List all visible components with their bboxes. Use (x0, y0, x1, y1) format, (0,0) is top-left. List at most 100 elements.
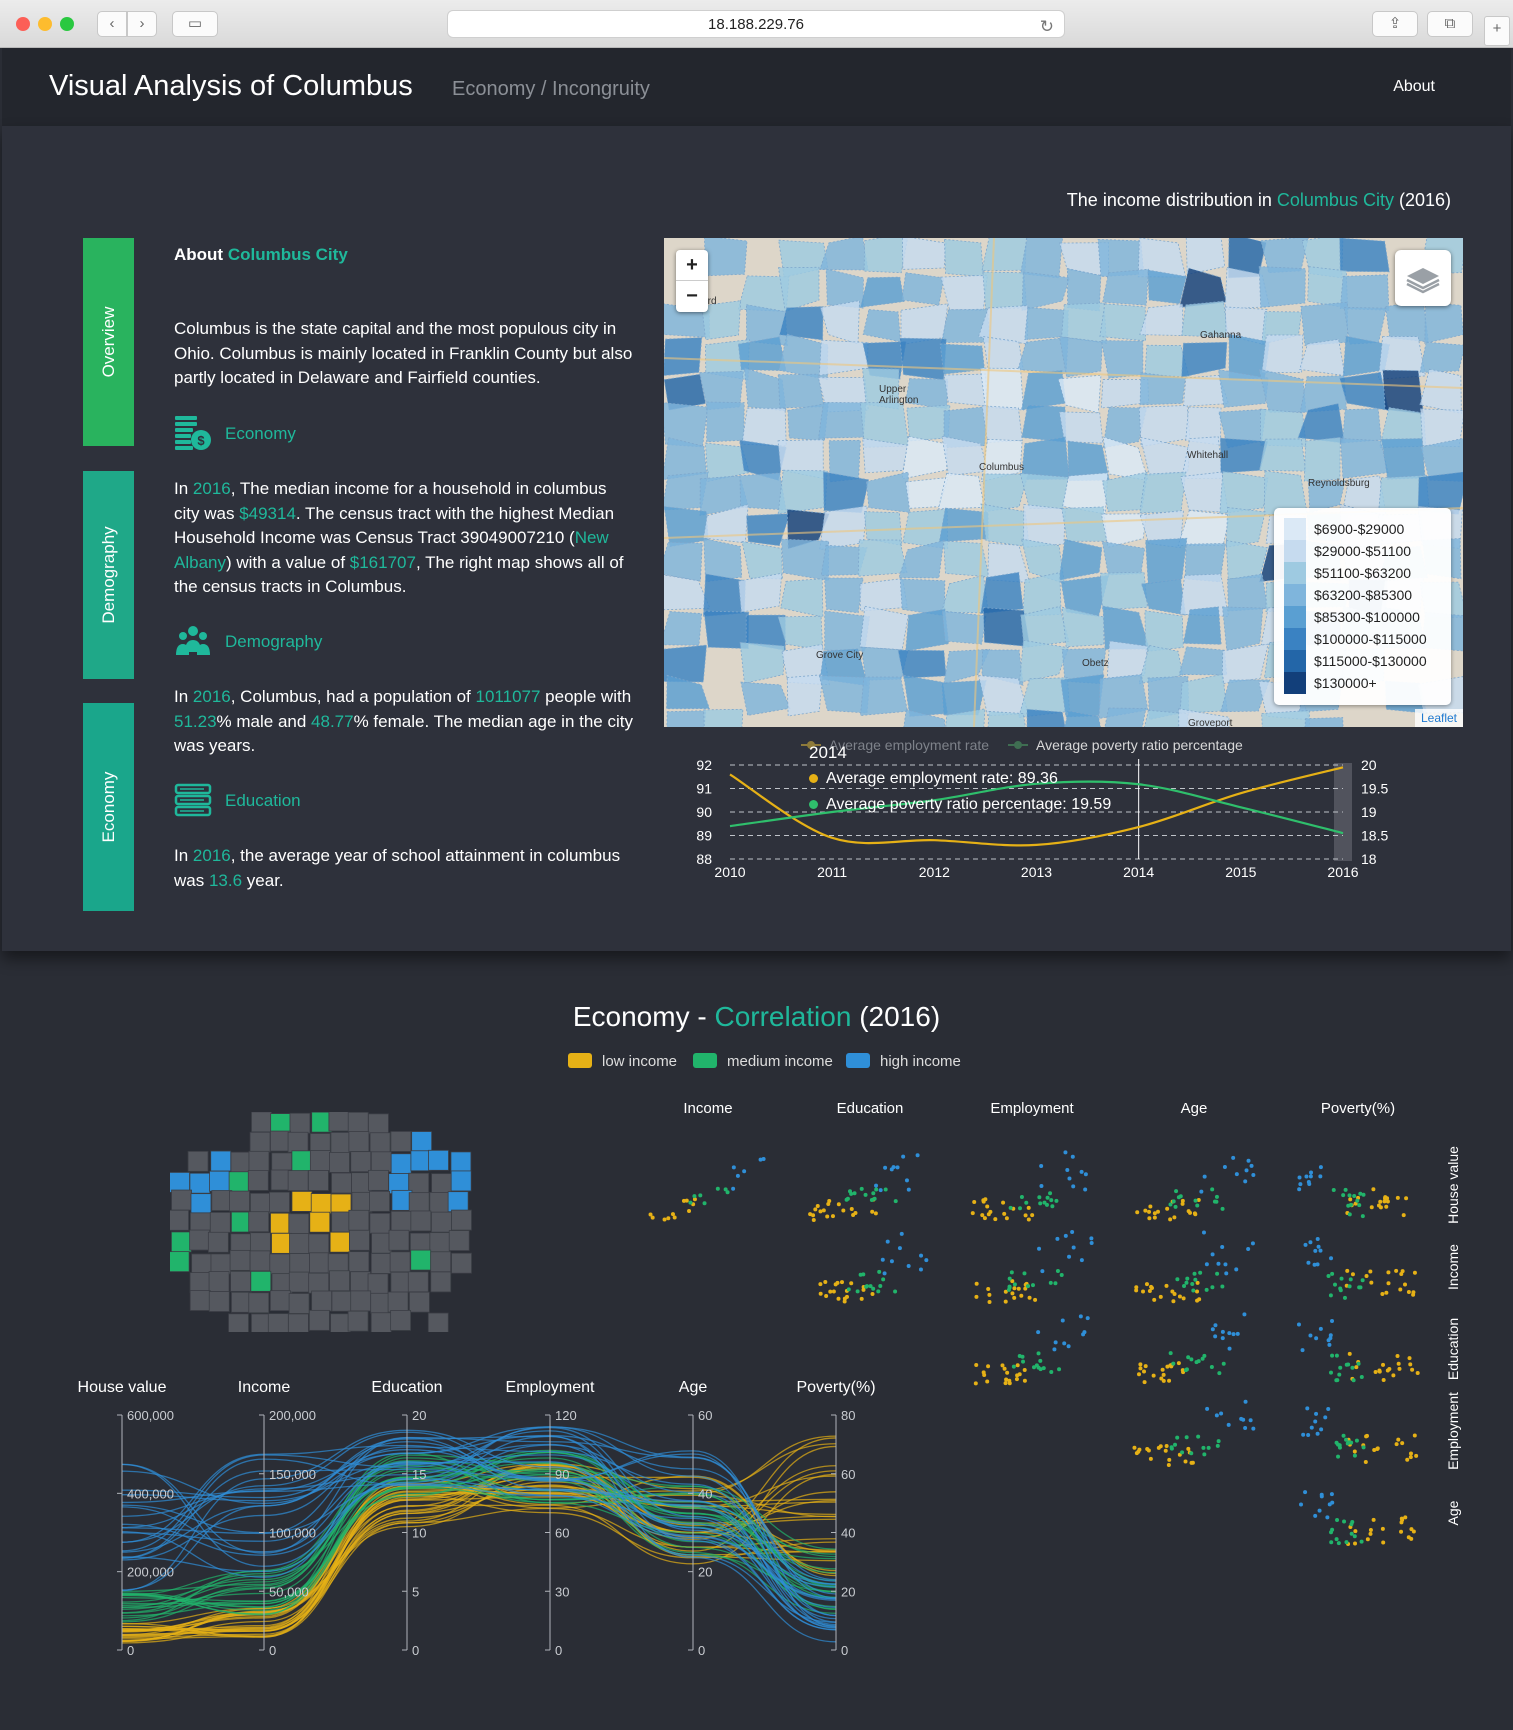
scatter-point (874, 1183, 879, 1188)
scatter-point (863, 1192, 868, 1197)
tab-economy[interactable]: Economy (83, 703, 134, 911)
scatter-point (1151, 1373, 1156, 1378)
scatter-point (1192, 1271, 1197, 1276)
scatter-point (830, 1214, 835, 1219)
census-tract (1261, 334, 1304, 374)
scatter-point (1083, 1187, 1088, 1192)
tract-cell (407, 1271, 429, 1293)
scatter-point (872, 1196, 877, 1201)
scatter-point (1297, 1175, 1302, 1180)
about-link[interactable]: About (1393, 78, 1435, 96)
legend-marker (1014, 741, 1022, 749)
sidebar-icon: ▭ (187, 15, 203, 32)
minimize-window-button[interactable] (38, 17, 52, 31)
scatter-point (836, 1296, 841, 1301)
scatter-point (1318, 1174, 1323, 1179)
census-tract (1099, 303, 1147, 342)
text-run: In (174, 687, 193, 706)
legend-low-income[interactable]: low income (568, 1053, 677, 1073)
close-window-button[interactable] (16, 17, 30, 31)
scatter-point (1409, 1536, 1414, 1541)
tract-cell (331, 1172, 352, 1194)
scatter-point (1307, 1181, 1312, 1186)
census-tract (1227, 573, 1269, 612)
tract-cell (228, 1313, 249, 1332)
scatter-point (725, 1190, 730, 1195)
zoom-in-button[interactable]: + (676, 250, 708, 281)
scatter-point (1168, 1351, 1173, 1356)
legend-label: Average poverty ratio percentage (1036, 737, 1243, 753)
x-tick-label: 2012 (919, 864, 950, 880)
scatter-point (1202, 1174, 1207, 1179)
browser-toolbar: ‹ › ▭ 18.188.229.76 ↻ ⇪ ⧉ + (0, 0, 1513, 48)
census-tract (824, 577, 864, 614)
scatter-point (1380, 1291, 1385, 1296)
tract-cell (430, 1271, 452, 1293)
scatter-point (1329, 1530, 1334, 1535)
money-icon: $ (175, 416, 211, 450)
scatter-point (1318, 1165, 1323, 1170)
back-button[interactable]: ‹ (97, 11, 127, 37)
scatter-point (1147, 1209, 1152, 1214)
reload-icon[interactable]: ↻ (1040, 13, 1054, 40)
scatter-point (1354, 1365, 1359, 1370)
employment-poverty-chart[interactable]: 88 89 90 91 92 18 18.5 19 19.5 20 2010 2011 2012 2013… (664, 733, 1463, 893)
new-tab-button[interactable]: + (1484, 16, 1510, 46)
tract-cell (329, 1270, 350, 1292)
legend-medium-income[interactable]: medium income (693, 1053, 833, 1073)
census-tract (1339, 238, 1390, 273)
address-bar[interactable]: 18.188.229.76 ↻ (447, 10, 1065, 38)
scatter-point (972, 1199, 977, 1204)
scatter-point (1055, 1236, 1060, 1241)
census-tract (1020, 370, 1067, 411)
tract-cell (348, 1209, 370, 1231)
forward-button[interactable]: › (127, 11, 157, 37)
axis-title: Education (371, 1379, 442, 1396)
axis-tick-label: 0 (698, 1643, 705, 1658)
scatter-point (1195, 1203, 1200, 1208)
scatter-point (831, 1289, 836, 1294)
layers-control[interactable] (1395, 250, 1451, 306)
census-tract (1340, 438, 1389, 479)
scatter-point (1399, 1529, 1404, 1534)
legend-label: $29000-$51100 (1314, 543, 1412, 559)
year-value: 2016 (192, 479, 231, 498)
census-tract (1304, 717, 1344, 727)
scatter-point (1343, 1187, 1348, 1192)
scatter-point (1372, 1447, 1377, 1452)
scatter-point (1002, 1211, 1007, 1216)
scatter-point (1360, 1214, 1365, 1219)
scatter-point (1347, 1212, 1352, 1217)
tab-overview[interactable]: Overview (83, 238, 134, 446)
tract-cell (427, 1312, 449, 1332)
tract-cell (431, 1173, 452, 1195)
zoom-out-button[interactable]: − (676, 281, 708, 312)
sidebar-button[interactable]: ▭ (172, 11, 218, 37)
scatter-point (1169, 1446, 1174, 1451)
tabs-overview-button[interactable]: ⧉ (1427, 11, 1473, 37)
brand-title[interactable]: Visual Analysis of Columbus (49, 70, 413, 103)
scatter-point (982, 1216, 987, 1221)
share-button[interactable]: ⇪ (1372, 11, 1418, 37)
scatter-point (1033, 1297, 1038, 1302)
legend-high-income[interactable]: high income (846, 1053, 961, 1073)
census-tract (1024, 307, 1069, 340)
leaflet-attribution[interactable]: Leaflet (1414, 709, 1463, 727)
tab-demography[interactable]: Demography (83, 471, 134, 679)
income-choropleth-map[interactable]: Gahanna Whitehall Reynoldsburg Columbus … (664, 238, 1463, 727)
scatter-point (1003, 1381, 1008, 1386)
scatter-point (826, 1202, 831, 1207)
income-group-map[interactable] (170, 1112, 480, 1332)
tab-overview-label: Overview (98, 306, 118, 378)
scatter-point (1330, 1500, 1335, 1505)
tract-cell (189, 1290, 211, 1311)
scatterplot-matrix[interactable]: Income Education Employment Age Poverty(%) Ho… (620, 1095, 1480, 1560)
maximize-window-button[interactable] (60, 17, 74, 31)
scatter-point (1220, 1336, 1225, 1341)
tract-cell (189, 1172, 211, 1194)
scatter-point (1358, 1285, 1363, 1290)
legend-swatch (1284, 606, 1306, 628)
tract-cell (247, 1170, 269, 1191)
axis-tick-label: 150,000 (269, 1467, 316, 1482)
scatter-point (1138, 1362, 1143, 1367)
